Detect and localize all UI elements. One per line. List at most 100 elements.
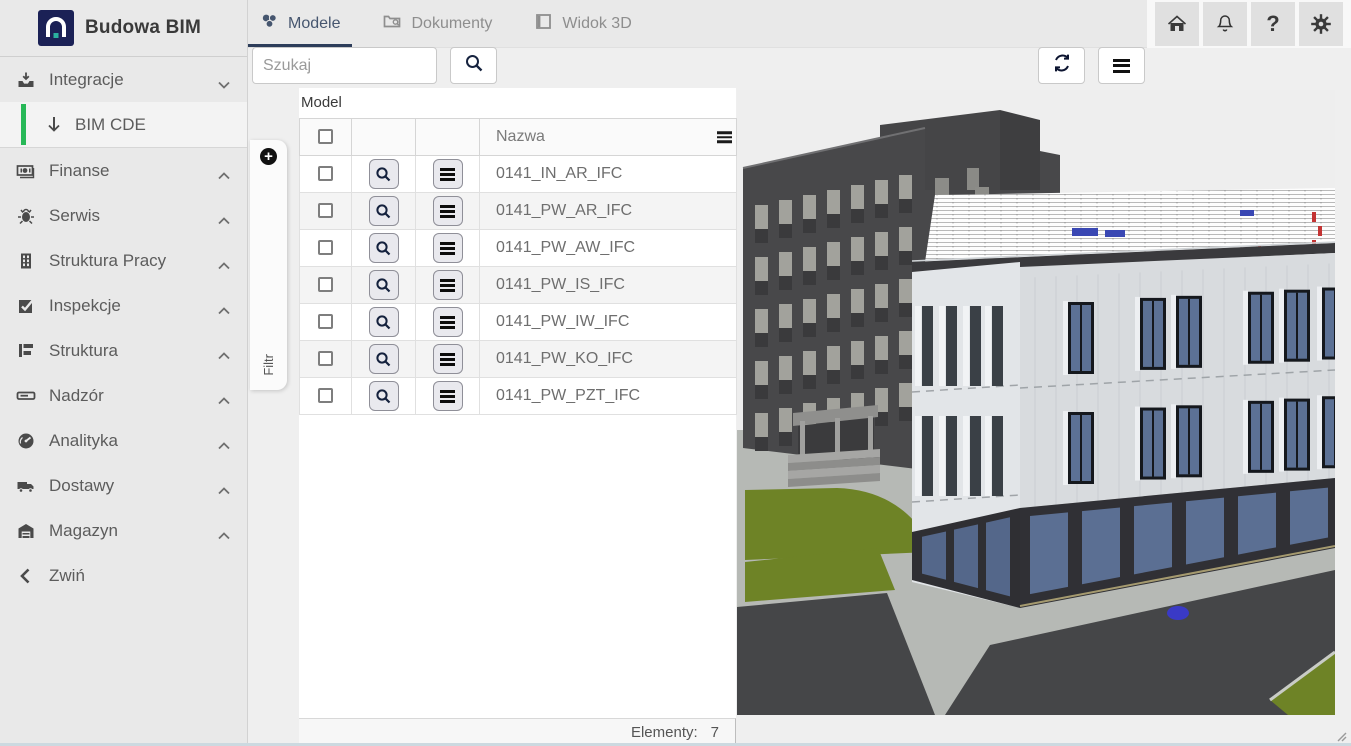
view3d-icon bbox=[534, 12, 553, 36]
sidebar-item-label: BIM CDE bbox=[75, 115, 146, 135]
filter-flap[interactable]: + Filtr bbox=[250, 140, 287, 390]
magnifier-icon bbox=[374, 202, 393, 221]
chevron-up-icon bbox=[217, 526, 231, 536]
viewport-3d[interactable] bbox=[737, 90, 1335, 715]
model-name: 0141_IN_AR_IFC bbox=[480, 156, 737, 193]
magnifier-icon bbox=[374, 350, 393, 369]
row-checkbox[interactable] bbox=[318, 277, 333, 292]
select-all-checkbox[interactable] bbox=[318, 129, 333, 144]
row-checkbox[interactable] bbox=[318, 203, 333, 218]
table-row: 0141_PW_KO_IFC bbox=[300, 341, 737, 378]
deliveries-icon bbox=[16, 476, 36, 496]
row-checkbox[interactable] bbox=[318, 314, 333, 329]
table-row: 0141_PW_IS_IFC bbox=[300, 267, 737, 304]
zoom-to-model-button[interactable] bbox=[369, 233, 399, 263]
sidebar-item-label: Analityka bbox=[49, 431, 118, 451]
add-filter-button[interactable]: + bbox=[260, 148, 277, 165]
zoom-to-model-button[interactable] bbox=[369, 270, 399, 300]
sidebar-item-dostawy[interactable]: Dostawy bbox=[0, 463, 247, 508]
chevron-up-icon bbox=[217, 436, 231, 446]
zoom-to-model-button[interactable] bbox=[369, 307, 399, 337]
model-menu-button[interactable] bbox=[433, 381, 463, 411]
table-row: 0141_IN_AR_IFC bbox=[300, 156, 737, 193]
notifications-button[interactable] bbox=[1203, 2, 1247, 46]
column-menu-icon[interactable] bbox=[717, 131, 732, 143]
documents-icon bbox=[382, 11, 402, 36]
sidebar-item-inspekcje[interactable]: Inspekcje bbox=[0, 283, 247, 328]
sidebar-header: Budowa BIM bbox=[0, 0, 247, 57]
magnifier-icon bbox=[374, 239, 393, 258]
menu-icon bbox=[440, 242, 455, 255]
row-checkbox[interactable] bbox=[318, 388, 333, 403]
elements-count-value: 7 bbox=[711, 724, 719, 741]
chevron-up-icon bbox=[217, 346, 231, 356]
sidebar-item-label: Inspekcje bbox=[49, 296, 121, 316]
home-icon bbox=[1165, 12, 1189, 36]
refresh-icon bbox=[1051, 52, 1073, 79]
model-menu-button[interactable] bbox=[433, 270, 463, 300]
collapse-icon bbox=[16, 566, 36, 586]
magnifier-icon bbox=[374, 387, 393, 406]
sidebar-item-bim-cde[interactable]: BIM CDE bbox=[0, 102, 247, 147]
chevron-up-icon bbox=[217, 481, 231, 491]
sidebar-item-label: Magazyn bbox=[49, 521, 118, 541]
search-input[interactable] bbox=[252, 47, 437, 84]
app-window: { "app": { "title": "Budowa BIM" }, "hea… bbox=[0, 0, 1351, 746]
menu-icon bbox=[440, 205, 455, 218]
gear-icon bbox=[1309, 12, 1333, 36]
tab-label: Widok 3D bbox=[562, 15, 631, 33]
tab-label: Modele bbox=[288, 15, 340, 33]
tab-widok-3d[interactable]: Widok 3D bbox=[522, 0, 643, 47]
menu-icon bbox=[1113, 59, 1130, 73]
sidebar-item-integracje[interactable]: Integracje bbox=[0, 57, 247, 102]
app-logo-icon bbox=[38, 10, 74, 46]
integrations-icon bbox=[16, 70, 36, 90]
structure-icon bbox=[16, 341, 36, 361]
model-menu-button[interactable] bbox=[433, 196, 463, 226]
zoom-to-model-button[interactable] bbox=[369, 381, 399, 411]
search-button[interactable] bbox=[450, 47, 497, 84]
sidebar: Budowa BIM Integracje BIM CDE Finanse Serwi… bbox=[0, 0, 248, 746]
resize-handle[interactable] bbox=[1334, 729, 1347, 742]
zoom-to-model-button[interactable] bbox=[369, 344, 399, 374]
sidebar-item-zwi-[interactable]: Zwiń bbox=[0, 553, 247, 598]
tab-modele[interactable]: Modele bbox=[248, 0, 352, 47]
row-checkbox[interactable] bbox=[318, 166, 333, 181]
sidebar-item-serwis[interactable]: Serwis bbox=[0, 193, 247, 238]
row-checkbox[interactable] bbox=[318, 351, 333, 366]
sidebar-item-nadz-r[interactable]: Nadzór bbox=[0, 373, 247, 418]
sidebar-item-struktura[interactable]: Struktura bbox=[0, 328, 247, 373]
help-icon: ? bbox=[1266, 11, 1279, 37]
row-checkbox[interactable] bbox=[318, 240, 333, 255]
sidebar-item-finanse[interactable]: Finanse bbox=[0, 148, 247, 193]
chevron-up-icon bbox=[217, 256, 231, 266]
model-name: 0141_PW_IS_IFC bbox=[480, 267, 737, 304]
sidebar-item-label: Serwis bbox=[49, 206, 100, 226]
sidebar-item-magazyn[interactable]: Magazyn bbox=[0, 508, 247, 553]
refresh-button[interactable] bbox=[1038, 47, 1085, 84]
chevron-up-icon bbox=[217, 166, 231, 176]
menu-icon bbox=[440, 279, 455, 292]
zoom-to-model-button[interactable] bbox=[369, 159, 399, 189]
menu-icon bbox=[440, 316, 455, 329]
chevron-down-icon bbox=[217, 75, 231, 85]
help-button[interactable]: ? bbox=[1251, 2, 1295, 46]
search-icon bbox=[463, 52, 485, 79]
models-icon bbox=[260, 12, 279, 36]
models-panel-title: Model bbox=[299, 88, 736, 118]
home-button[interactable] bbox=[1155, 2, 1199, 46]
zoom-to-model-button[interactable] bbox=[369, 196, 399, 226]
sidebar-item-analityka[interactable]: Analityka bbox=[0, 418, 247, 463]
view-menu-button[interactable] bbox=[1098, 47, 1145, 84]
settings-button[interactable] bbox=[1299, 2, 1343, 46]
sidebar-item-struktura-pracy[interactable]: Struktura Pracy bbox=[0, 238, 247, 283]
model-menu-button[interactable] bbox=[433, 307, 463, 337]
model-menu-button[interactable] bbox=[433, 344, 463, 374]
model-menu-button[interactable] bbox=[433, 159, 463, 189]
sidebar-item-label: Integracje bbox=[49, 70, 124, 90]
models-panel: Model Nazwa 0141_IN_AR_IFC0141_PW_AR_IFC… bbox=[299, 88, 736, 746]
chevron-up-icon bbox=[217, 391, 231, 401]
tab-dokumenty[interactable]: Dokumenty bbox=[370, 0, 504, 47]
model-menu-button[interactable] bbox=[433, 233, 463, 263]
bell-icon bbox=[1213, 12, 1237, 36]
